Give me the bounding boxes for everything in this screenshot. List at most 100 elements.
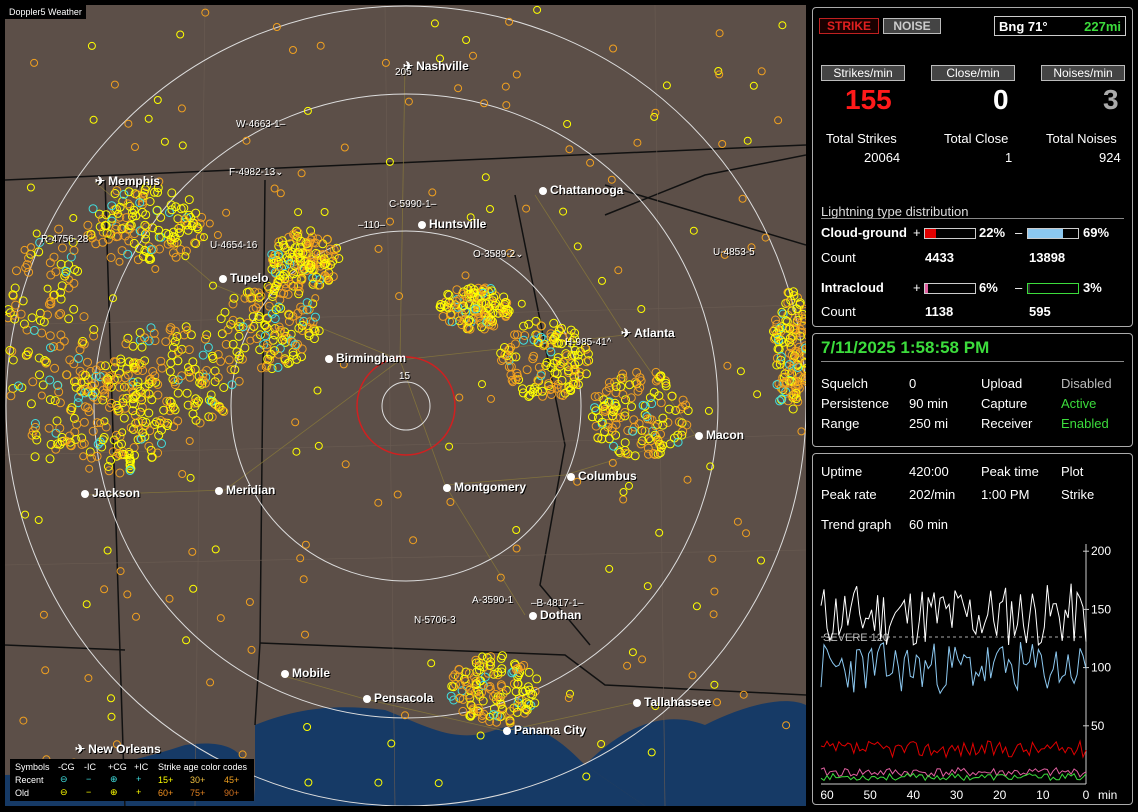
cg-pos-pct: 22% xyxy=(979,225,1006,240)
storm-label[interactable]: U-4853-5 xyxy=(713,247,755,258)
strike-marker xyxy=(757,67,766,76)
strike-marker xyxy=(605,564,614,573)
strike-marker xyxy=(123,590,132,599)
cg-count-label: Count xyxy=(821,250,856,265)
strike-marker xyxy=(29,325,39,335)
strike-marker xyxy=(229,293,239,303)
storm-label[interactable]: –B-4817-1– xyxy=(531,598,583,609)
strike-marker xyxy=(623,661,632,670)
total-strikes-value: 20064 xyxy=(864,150,901,165)
storm-label[interactable]: 15 xyxy=(399,371,410,382)
cg-neg-pct: 69% xyxy=(1083,225,1110,240)
trend-x-tick: 40 xyxy=(907,788,921,802)
storm-label[interactable]: A-3590-1 xyxy=(472,595,513,606)
city-label: Tallahassee xyxy=(644,695,712,709)
strike-marker xyxy=(176,245,186,254)
strike-marker xyxy=(753,390,762,399)
plot-value[interactable]: Strike xyxy=(1061,487,1094,502)
strike-marker xyxy=(604,434,614,444)
city-label: Memphis xyxy=(108,174,161,188)
strike-marker xyxy=(736,367,745,376)
strike-marker xyxy=(597,740,606,748)
strike-marker xyxy=(532,674,542,684)
strike-marker xyxy=(115,382,125,392)
city-dot-icon xyxy=(567,472,575,481)
city-label: Mobile xyxy=(292,666,330,680)
storm-label[interactable]: R-4756-28 xyxy=(41,234,88,245)
strike-marker xyxy=(181,252,190,261)
strike-marker xyxy=(54,224,64,234)
strike-marker xyxy=(614,266,623,275)
strike-marker xyxy=(34,247,44,257)
strike-marker xyxy=(715,29,724,38)
storm-label[interactable]: O-3589-2⌄ xyxy=(473,249,524,260)
ic-neg-bar xyxy=(1027,283,1079,294)
strike-marker xyxy=(49,252,59,262)
cg-minus-sign: – xyxy=(1015,225,1023,240)
strike-marker xyxy=(757,556,765,565)
trend-y-tick: 50 xyxy=(1091,719,1105,733)
strike-marker xyxy=(43,284,52,293)
city-dot-icon xyxy=(281,669,289,678)
total-strikes-label: Total Strikes xyxy=(826,131,897,146)
strike-marker xyxy=(21,510,30,519)
strike-marker xyxy=(28,377,38,387)
strike-marker xyxy=(682,420,692,430)
strike-marker xyxy=(586,158,595,167)
strike-marker xyxy=(89,115,98,124)
strike-marker xyxy=(297,352,306,362)
strike-marker xyxy=(563,120,572,128)
storm-label[interactable]: F-4982-13⌄ xyxy=(229,167,284,178)
strike-marker xyxy=(45,375,55,385)
strike-marker xyxy=(487,394,495,403)
ic-plus-sign: + xyxy=(913,280,921,295)
strike-marker xyxy=(409,536,418,545)
strike-marker xyxy=(79,417,89,427)
ic-pos-bar xyxy=(924,283,976,294)
strike-marker xyxy=(216,614,225,623)
strike-marker xyxy=(201,8,210,17)
city-label: Pensacola xyxy=(374,691,434,705)
strike-marker xyxy=(454,84,463,93)
capture-label: Capture xyxy=(981,396,1028,411)
strike-marker xyxy=(565,145,574,154)
strike-marker xyxy=(718,140,727,148)
strike-marker xyxy=(110,80,119,89)
strike-marker xyxy=(6,391,16,401)
strike-marker xyxy=(710,680,719,689)
strike-marker xyxy=(788,404,798,414)
city-dot-icon xyxy=(695,431,703,440)
storm-label[interactable]: –110– xyxy=(358,220,385,231)
app-title: Doppler5 Weather xyxy=(5,5,86,19)
storm-label[interactable]: W-4663-1– xyxy=(236,119,285,130)
legend-neg-ic: -IC xyxy=(84,762,96,772)
lightning-map[interactable]: Doppler5 Weather ✈ Nashville ✈ Memphis Chatt… xyxy=(5,5,806,806)
strike-marker xyxy=(114,368,124,378)
strike-button[interactable]: STRIKE xyxy=(819,18,879,34)
strike-marker xyxy=(665,439,675,449)
city-dothan: Dothan xyxy=(529,608,581,622)
storm-label[interactable]: 205 xyxy=(395,67,412,78)
strike-marker xyxy=(182,388,192,398)
strike-marker xyxy=(393,490,402,499)
datetime: 7/11/2025 1:58:58 PM xyxy=(821,338,990,357)
storm-label[interactable]: C-5990-1– xyxy=(389,199,436,210)
strike-marker xyxy=(723,361,732,370)
strike-marker xyxy=(667,391,677,401)
city-label: Chattanooga xyxy=(550,183,624,197)
strike-marker xyxy=(39,610,48,619)
city-atlanta: ✈ Atlanta xyxy=(621,326,675,340)
storm-label[interactable]: N-5706-3 xyxy=(414,615,456,626)
noise-button[interactable]: NOISE xyxy=(883,18,941,34)
strike-marker xyxy=(616,382,626,392)
strike-marker xyxy=(69,304,79,314)
strike-marker xyxy=(178,141,187,150)
strike-marker xyxy=(35,308,45,318)
legend-neg-cg: -CG xyxy=(58,762,75,772)
storm-label[interactable]: H-985-41^ xyxy=(565,337,611,348)
storm-label[interactable]: U-4654-16 xyxy=(210,240,257,251)
strike-marker xyxy=(123,249,133,259)
strike-marker xyxy=(32,229,41,238)
airport-icon: ✈ xyxy=(95,174,106,188)
strike-marker xyxy=(19,716,28,725)
